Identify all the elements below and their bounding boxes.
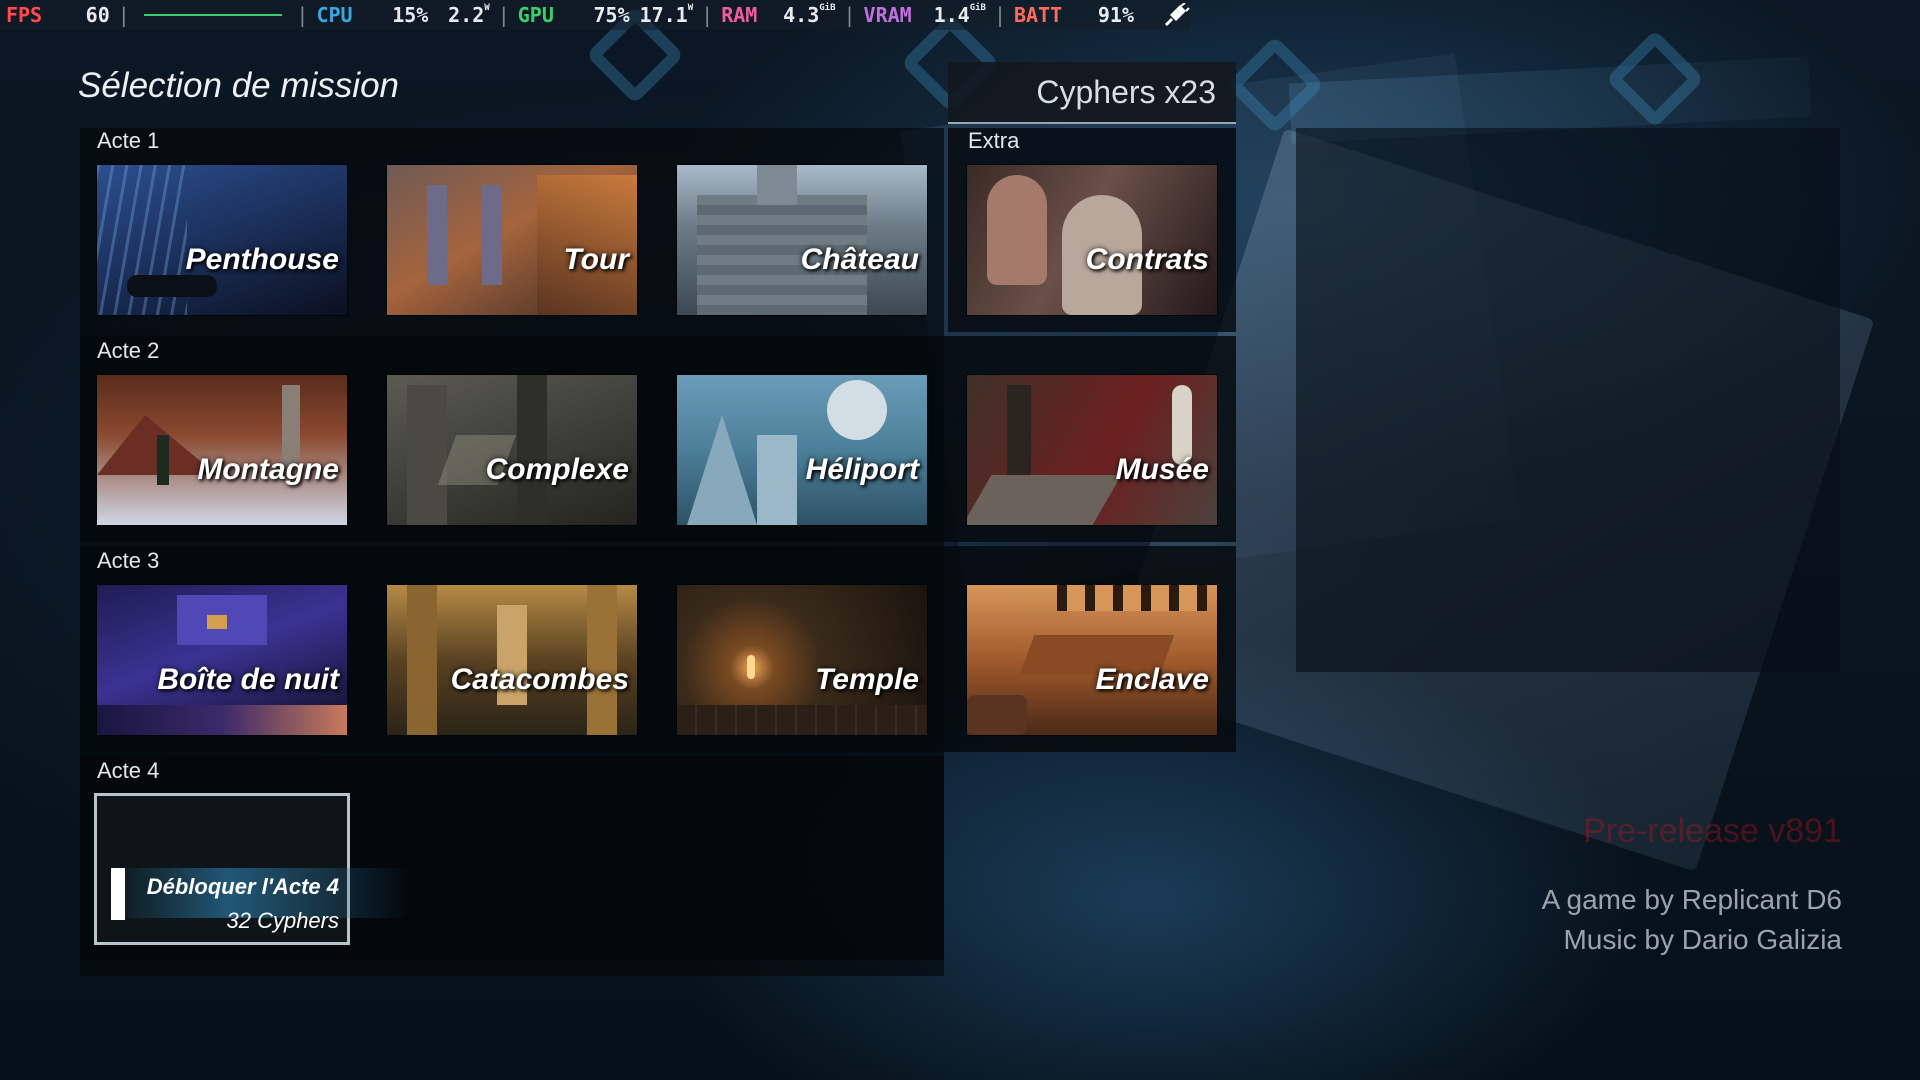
gpu-label: GPU [517,3,554,27]
mission-tile-complexe[interactable]: Complexe [387,375,637,525]
cpu-watts: 2.2W [448,3,490,27]
mission-tile-contrats[interactable]: Contrats [967,165,1217,315]
mission-tile-enclave[interactable]: Enclave [967,585,1217,735]
battery-label: BATT [1014,3,1063,27]
complexe-thumbnail [387,375,637,525]
mission-tile-catacombes[interactable]: Catacombes [387,585,637,735]
act4-label: Acte 4 [97,758,160,783]
gpu-percent: 75% [593,3,630,27]
credit-music: Music by Dario Galizia [1563,924,1842,955]
performance-overlay: FPS 60 | | CPU 15% 2.2W | GPU 75% 17.1W … [0,0,1190,30]
extra-label: Extra [968,128,1020,153]
chateau-thumbnail [677,165,927,315]
cyphers-counter: Cyphers x23 [948,62,1236,124]
unlock-act4-label: Débloquer l'Acte 4 [146,874,339,899]
mission-name: Montagne [197,453,339,486]
mission-tile-temple[interactable]: Temple [677,585,927,735]
vram-value: 1.4GiB [933,3,986,27]
ram-value: 4.3GiB [783,3,836,27]
mission-name: Temple [815,663,919,696]
tour-thumbnail [387,165,637,315]
act1-label: Acte 1 [97,128,160,153]
cpu-label: CPU [316,3,353,27]
fps-label: FPS [5,3,43,27]
mission-preview-panel [1296,128,1840,672]
mission-name: Catacombes [450,663,629,696]
mission-tile-heliport[interactable]: Héliport [677,375,927,525]
page-title: Sélection de mission [78,66,399,105]
separator: | [497,3,510,27]
contrats-thumbnail [967,165,1217,315]
mission-name: Complexe [485,453,629,486]
credit-developer: A game by Replicant D6 [1541,884,1842,915]
frametime-graph [143,14,283,16]
mission-tile-tour[interactable]: Tour [387,165,637,315]
mission-tile-boite-de-nuit[interactable]: Boîte de nuit [97,585,347,735]
enclave-thumbnail [967,585,1217,735]
separator: | [701,3,714,27]
act2-label: Acte 2 [97,338,160,363]
selection-cursor [111,868,125,920]
mission-name: Contrats [1085,243,1209,276]
mission-name: Penthouse [185,243,339,276]
separator: | [993,3,1006,27]
plug-icon [1164,2,1190,27]
boite-de-nuit-thumbnail [97,585,347,735]
mission-tile-musee[interactable]: Musée [967,375,1217,525]
mission-name: Tour [563,243,629,276]
mission-name: Héliport [805,453,919,486]
separator: | [296,3,309,27]
gpu-watts: 17.1W [639,3,694,27]
mission-name: Musée [1115,453,1209,486]
montagne-thumbnail [97,375,347,525]
musee-thumbnail [967,375,1217,525]
mission-name: Enclave [1095,663,1209,696]
vram-label: VRAM [863,3,912,27]
heliport-thumbnail [677,375,927,525]
version-watermark: Pre-release v891 [1583,812,1842,850]
catacombes-thumbnail [387,585,637,735]
temple-thumbnail [677,585,927,735]
cpu-percent: 15% [392,3,429,27]
act3-label: Acte 3 [97,548,160,573]
mission-tile-chateau[interactable]: Château [677,165,927,315]
battery-value: 91% [1097,3,1134,27]
fps-value: 60 [85,3,110,27]
mission-tile-penthouse[interactable]: Penthouse [97,165,347,315]
mission-name: Boîte de nuit [157,663,339,696]
ram-label: RAM [721,3,758,27]
separator: | [117,3,130,27]
separator: | [843,3,856,27]
unlock-act4-button[interactable]: Débloquer l'Acte 4 32 Cyphers [94,793,409,945]
mission-tile-montagne[interactable]: Montagne [97,375,347,525]
mission-name: Château [800,243,919,276]
penthouse-thumbnail [97,165,347,315]
unlock-cost: 32 Cyphers [226,908,339,933]
